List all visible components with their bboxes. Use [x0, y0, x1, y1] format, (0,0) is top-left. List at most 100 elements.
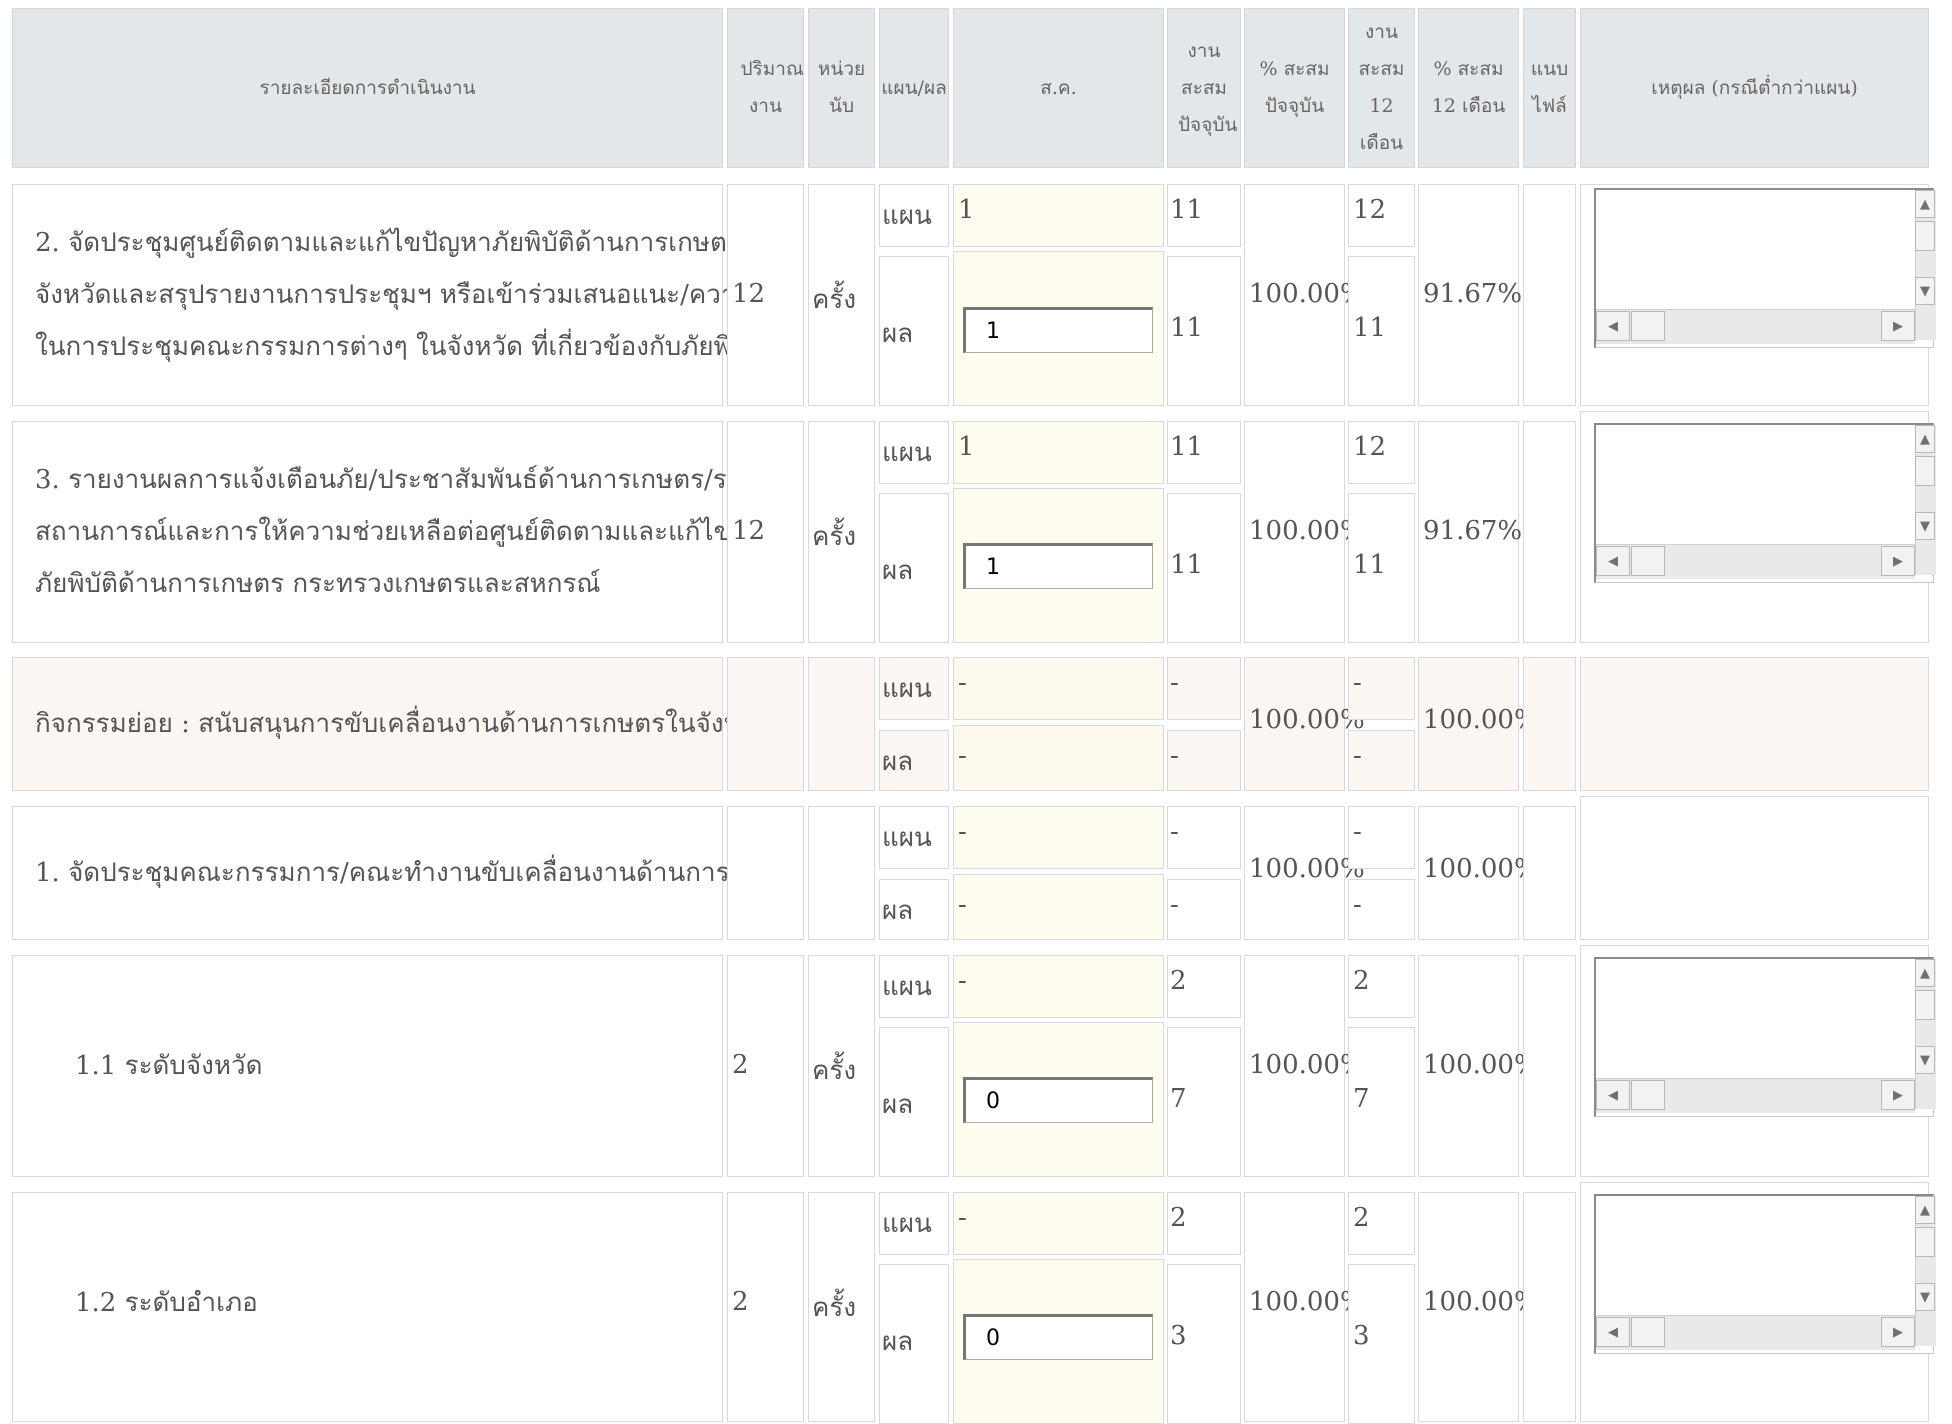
pct12-cell: 100.00%	[1418, 657, 1539, 791]
scroll-right-icon[interactable]: ▶	[1881, 1080, 1915, 1110]
attach-cell[interactable]	[1523, 184, 1576, 406]
qty-value: 12	[732, 516, 766, 546]
header-attach-label: แนบไฟล์	[1530, 58, 1569, 117]
scroll-right-icon[interactable]: ▶	[1881, 1317, 1915, 1347]
scroll-thumb-v[interactable]	[1915, 990, 1935, 1020]
scroll-down-icon[interactable]: ▼	[1915, 512, 1935, 540]
scroll-down-icon[interactable]: ▼	[1915, 1283, 1935, 1311]
unit-cell: ครั้ง	[808, 1192, 875, 1422]
plan12-value: -	[1353, 817, 1362, 847]
plan-label-cell: แผน	[879, 1192, 949, 1255]
cum-result-cell: -	[1167, 879, 1241, 940]
result12-value: -	[1353, 890, 1362, 920]
plan-month-cell: -	[953, 1192, 1164, 1255]
attach-cell[interactable]	[1523, 955, 1576, 1177]
scroll-up-icon[interactable]: ▲	[1915, 190, 1935, 218]
scroll-left-icon[interactable]: ◀	[1596, 311, 1630, 341]
scroll-thumb-v[interactable]	[1915, 456, 1935, 486]
pct-current-cell: 100.00%	[1244, 806, 1365, 940]
detail-cell: 3. รายงานผลการแจ้งเตือนภัย/ประชาสัมพันธ์…	[12, 421, 802, 643]
result-month-input[interactable]	[963, 307, 1153, 353]
scroll-down-icon[interactable]: ▼	[1915, 277, 1935, 305]
plan-label: แผน	[882, 201, 932, 231]
pct12-value: 100.00%	[1423, 1287, 1539, 1317]
detail-cell: 1.1 ระดับจังหวัด	[12, 955, 723, 1177]
scroll-thumb-h[interactable]	[1631, 311, 1665, 341]
attach-cell[interactable]	[1523, 1192, 1576, 1422]
unit-cell: ครั้ง	[808, 955, 875, 1177]
scroll-thumb-h[interactable]	[1631, 1080, 1665, 1110]
scroll-left-icon[interactable]: ◀	[1596, 546, 1630, 576]
result-label: ผล	[882, 556, 914, 586]
scroll-right-icon[interactable]: ▶	[1881, 311, 1915, 341]
result12-value: 11	[1353, 313, 1387, 343]
cum-plan-cell: -	[1167, 657, 1241, 720]
pct-current-cell: 100.00%	[1244, 657, 1365, 791]
reason-cell: ▲ ▼ ◀ ▶	[1580, 1182, 1936, 1422]
cum-plan-value: 2	[1170, 1203, 1187, 1233]
header-pct-current-label: % สะสมปัจจุบัน	[1259, 58, 1330, 117]
unit-value: ครั้ง	[812, 1293, 857, 1323]
pct12-value: 100.00%	[1423, 854, 1539, 884]
pct-current-cell: 100.00%	[1244, 1192, 1365, 1422]
plan-label-cell: แผน	[879, 806, 949, 869]
result-month-input[interactable]	[963, 1314, 1153, 1360]
scroll-left-icon[interactable]: ◀	[1596, 1080, 1630, 1110]
plan-month-value: -	[958, 966, 967, 996]
header-pct-current: % สะสมปัจจุบัน	[1244, 8, 1345, 168]
header-unit: หน่วยนับ	[808, 8, 875, 168]
reason-cell: ▲ ▼ ◀ ▶	[1580, 411, 1936, 643]
scroll-down-icon[interactable]: ▼	[1915, 1046, 1935, 1074]
detail-line-2: จังหวัดและสรุปรายงานการประชุมฯ หรือเข้าร…	[35, 280, 797, 310]
pct12-cell: 91.67%	[1418, 184, 1522, 406]
scroll-up-icon[interactable]: ▲	[1915, 1196, 1935, 1224]
result-label-cell: ผล	[879, 730, 949, 791]
plan12-cell: -	[1348, 806, 1415, 869]
detail-line-3: ภัยพิบัติด้านการเกษตร กระทรวงเกษตรและสหก…	[35, 569, 601, 599]
pct12-value: 100.00%	[1423, 1050, 1539, 1080]
detail-cell: 1. จัดประชุมคณะกรรมการ/คณะทำงานขับเคลื่อ…	[12, 806, 802, 940]
result-month-cell	[953, 488, 1164, 643]
reason-cell	[1580, 796, 1929, 940]
cum-result-cell: -	[1167, 730, 1241, 791]
result-month-cell	[953, 1259, 1164, 1424]
pct-current-cell: 100.00%	[1244, 955, 1365, 1177]
header-detail-label: รายละเอียดการดำเนินงาน	[259, 76, 476, 99]
result-month-input[interactable]	[963, 543, 1153, 589]
header-plan-result-label: แผน/ผล	[881, 76, 947, 99]
result12-cell: -	[1348, 879, 1415, 940]
qty-value: 2	[732, 1287, 749, 1317]
scroll-right-icon[interactable]: ▶	[1881, 546, 1915, 576]
cum-plan-cell: 2	[1167, 1192, 1241, 1255]
unit-cell	[808, 806, 875, 940]
scroll-thumb-h[interactable]	[1631, 546, 1665, 576]
detail-cell: กิจกรรมย่อย : สนับสนุนการขับเคลื่อนงานด้…	[12, 657, 772, 791]
cum-result-value: 3	[1170, 1321, 1187, 1351]
scroll-up-icon[interactable]: ▲	[1915, 425, 1935, 453]
plan12-value: -	[1353, 668, 1362, 698]
subactivity-title: กิจกรรมย่อย : สนับสนุนการขับเคลื่อนงานด้…	[35, 709, 773, 739]
cum-plan-value: -	[1170, 817, 1179, 847]
attach-cell[interactable]	[1523, 421, 1576, 643]
header-reason: เหตุผล (กรณีต่ำกว่าแผน)	[1580, 8, 1929, 168]
scroll-left-icon[interactable]: ◀	[1596, 1317, 1630, 1347]
pct-current-cell: 100.00%	[1244, 421, 1365, 643]
result-month-cell: -	[953, 725, 1164, 791]
plan12-value: 2	[1353, 1203, 1370, 1233]
scroll-thumb-v[interactable]	[1915, 221, 1935, 251]
result-month-input[interactable]	[963, 1077, 1153, 1123]
result-label-cell: ผล	[879, 256, 949, 406]
scroll-up-icon[interactable]: ▲	[1915, 959, 1935, 987]
plan-label: แผน	[882, 972, 932, 1002]
pct-current-cell: 100.00%	[1244, 184, 1365, 406]
header-reason-label: เหตุผล (กรณีต่ำกว่าแผน)	[1651, 76, 1858, 99]
header-cum-current: งานสะสมปัจจุบัน	[1167, 8, 1241, 168]
detail-line-1: 1. จัดประชุมคณะกรรมการ/คณะทำงานขับเคลื่อ…	[35, 858, 803, 888]
qty-cell: 12	[727, 421, 804, 643]
scroll-thumb-v[interactable]	[1915, 1227, 1935, 1257]
plan-month-cell: -	[953, 806, 1164, 869]
unit-value: ครั้ง	[812, 1056, 857, 1086]
scroll-thumb-h[interactable]	[1631, 1317, 1665, 1347]
cum-plan-value: 11	[1170, 432, 1204, 462]
cum-plan-cell: 11	[1167, 421, 1241, 484]
